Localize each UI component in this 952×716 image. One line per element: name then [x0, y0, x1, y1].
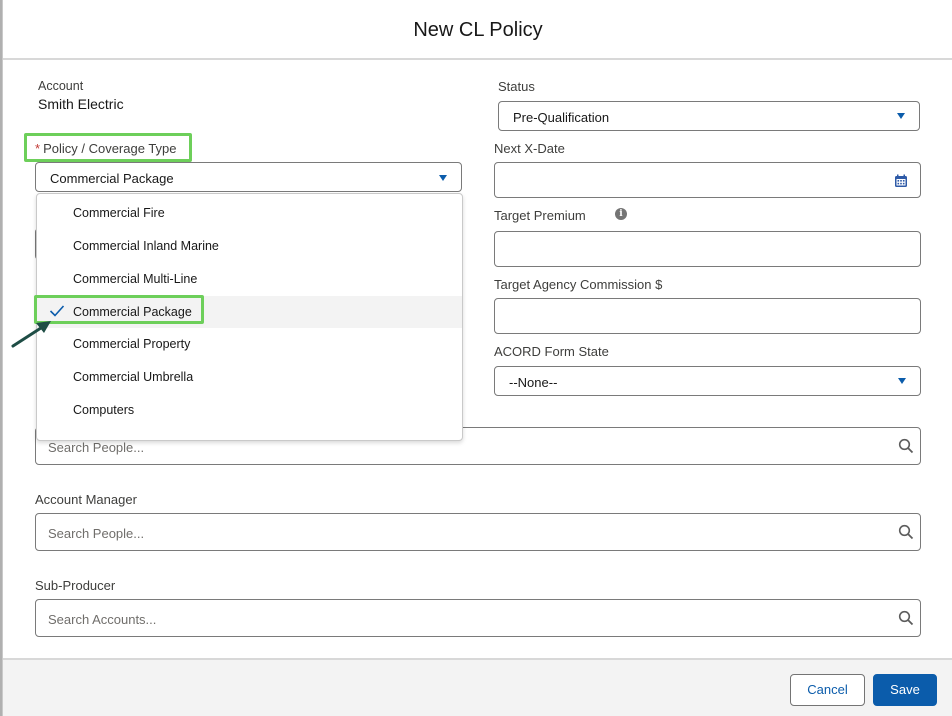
option-label: Commercial Multi-Line [73, 272, 198, 286]
calendar-icon[interactable] [894, 174, 908, 188]
policy-type-label: * Policy / Coverage Type [35, 141, 177, 156]
option-label: Commercial Inland Marine [73, 239, 219, 253]
account-value[interactable]: Smith Electric [38, 96, 124, 112]
chevron-down-icon [898, 378, 906, 384]
option-label: Commercial Fire [73, 206, 165, 220]
dropdown-option[interactable]: Commercial Property [37, 328, 462, 360]
annotation-arrow-icon [11, 321, 51, 348]
target-premium-input[interactable] [494, 231, 921, 267]
policy-type-select[interactable]: Commercial Package [35, 162, 462, 192]
chevron-down-icon [897, 113, 905, 119]
status-label: Status [498, 79, 535, 94]
sub-producer-search-input[interactable]: Search Accounts... [35, 599, 921, 637]
acord-form-state-label: ACORD Form State [494, 344, 609, 359]
account-label: Account [38, 79, 84, 93]
search-icon [898, 524, 914, 540]
next-x-date-input[interactable] [494, 162, 921, 198]
target-premium-label: Target Premium [494, 208, 586, 223]
save-button[interactable]: Save [873, 674, 937, 706]
option-label: Commercial Umbrella [73, 370, 194, 384]
policy-type-label-text: Policy / Coverage Type [43, 141, 177, 156]
status-select[interactable]: Pre-Qualification [498, 101, 920, 131]
sub-producer-placeholder: Search Accounts... [48, 612, 157, 627]
dropdown-option[interactable]: Commercial Fire [37, 197, 462, 229]
dropdown-option[interactable]: Commercial Inland Marine [37, 230, 462, 262]
info-icon[interactable]: i [615, 208, 627, 220]
policy-type-value: Commercial Package [50, 171, 174, 186]
dropdown-option[interactable]: Computers [37, 394, 462, 426]
cancel-button[interactable]: Cancel [790, 674, 865, 706]
next-x-date-label: Next X-Date [494, 141, 565, 156]
account-manager-search-input[interactable]: Search People... [35, 513, 921, 551]
selected-option-highlight [34, 295, 204, 324]
dropdown-option[interactable]: Commercial Multi-Line [37, 263, 462, 295]
target-agency-commission-input[interactable] [494, 298, 921, 334]
acord-form-state-select[interactable]: --None-- [494, 366, 921, 396]
chevron-down-icon [439, 175, 447, 181]
dropdown-option[interactable]: Commercial Umbrella [37, 361, 462, 393]
new-cl-policy-modal: New CL Policy Account Smith Electric * Po… [2, 0, 952, 716]
producer-search-placeholder: Search People... [48, 440, 145, 455]
target-agency-commission-label: Target Agency Commission $ [494, 277, 663, 292]
modal-title: New CL Policy [413, 19, 543, 41]
modal-footer: Cancel Save [3, 658, 952, 716]
modal-header: New CL Policy [3, 0, 952, 60]
search-icon [898, 438, 914, 454]
account-manager-label: Account Manager [35, 492, 137, 507]
sub-producer-label: Sub-Producer [35, 578, 116, 593]
option-label: Computers [73, 403, 135, 417]
required-marker: * [35, 141, 41, 156]
option-label: Commercial Property [73, 337, 191, 351]
acord-form-state-value: --None-- [509, 375, 558, 390]
status-value: Pre-Qualification [513, 110, 610, 125]
search-icon [898, 610, 914, 626]
account-manager-placeholder: Search People... [48, 526, 145, 541]
